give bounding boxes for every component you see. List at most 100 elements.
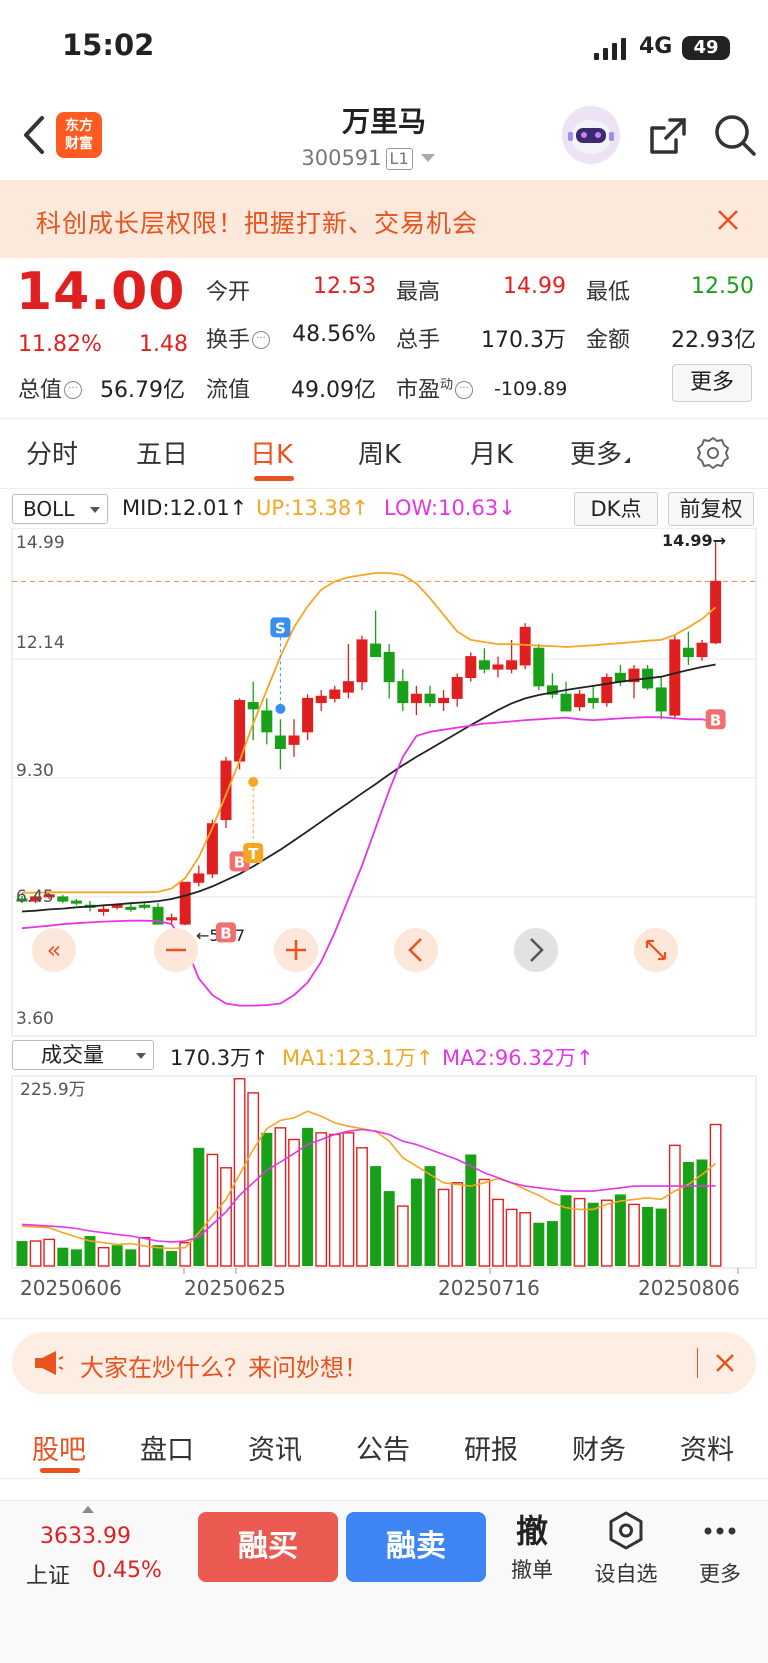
y-tick-label: 14.99 [16,533,65,553]
logo-line-1: 东方 [65,118,93,134]
tab-financials[interactable]: 财务 [572,1428,626,1467]
promo-text: 科创成长层权限！把握打新、交易机会 [36,209,479,238]
boll-mid-value: MID:12.01↑ [122,496,248,520]
volume-chart[interactable]: 225.9万 [0,1070,768,1275]
volume-bar [43,1238,56,1267]
volume-bar [29,1240,42,1267]
index-value[interactable]: 3633.99 [40,1524,131,1549]
tab-intraday[interactable]: 分时 [26,434,78,471]
candle-body [560,693,572,712]
boll-low-value: LOW:10.63↓ [384,496,516,520]
add-watchlist-button[interactable]: 设自选 [586,1510,666,1588]
chevron-down-icon [420,154,435,162]
search-icon[interactable] [712,112,758,158]
share-icon[interactable] [646,114,690,158]
back-icon[interactable] [16,112,52,158]
kline-chart[interactable]: 14.99 12.14 9.30 6.45 3.60 14.99→ ←5.77 … [0,528,768,1038]
logo-line-2: 财富 [65,136,93,152]
candle-body [329,689,341,699]
tab-profile[interactable]: 资料 [680,1428,734,1467]
tab-weekly-k[interactable]: 周K [358,434,401,471]
total-cap-label-text: 总值 [18,378,63,403]
app-logo[interactable]: 东方 财富 [56,112,102,158]
volume-bar [70,1249,82,1266]
more-button[interactable]: 更多 [672,364,752,402]
zoom-in-button[interactable] [274,928,318,972]
volume-indicator-name: 成交量 [41,1043,104,1067]
margin-sell-button[interactable]: 融卖 [346,1512,486,1582]
candle-body [587,697,599,704]
tab-more-periods[interactable]: 更多 [570,434,631,471]
boll-lines [21,572,717,1007]
more-actions-button[interactable]: 更多 [680,1510,760,1588]
volume-bar [125,1249,137,1266]
boll-up-value: UP:13.38↑ [256,496,369,520]
robot-avatar-icon[interactable] [562,106,620,164]
close-icon[interactable] [714,206,742,234]
scroll-right-button[interactable] [514,928,558,972]
divider [0,418,768,419]
x-tick-label: 20250625 [184,1276,286,1300]
info-icon[interactable]: ··· [64,381,83,399]
margin-buy-button[interactable]: 融买 [198,1512,338,1582]
candle-body [519,626,531,666]
total-cap-value: 56.79亿 [100,378,185,403]
volume-bar [288,1138,300,1267]
high-marker-value: 14.99 [662,531,713,550]
current-price: 14.00 [16,262,186,322]
volume-bar [138,1237,151,1267]
tab-five-day[interactable]: 五日 [136,434,188,471]
cancel-order-button[interactable]: 撤 撤单 [492,1510,572,1584]
dk-points-button[interactable]: DK点 [574,492,658,526]
volume-bar [57,1247,69,1266]
tab-guba[interactable]: 股吧 [32,1428,86,1467]
scroll-left-button[interactable] [394,928,438,972]
tab-news[interactable]: 资讯 [248,1428,302,1467]
cancel-icon: 撤 [515,1512,548,1550]
index-name[interactable]: 上证 [26,1558,70,1590]
tab-monthly-k[interactable]: 月K [470,434,513,471]
volume-bar [600,1199,613,1267]
volume-ma1-value: MA1:123.1万↑ [282,1046,434,1070]
candle-body [383,651,395,683]
corner-caret-icon [624,457,631,463]
candle-body [138,904,150,908]
info-icon[interactable]: ··· [252,331,271,349]
amount-label: 金额 [586,328,631,353]
chevron-down-icon [136,1053,146,1059]
divider [0,1318,768,1319]
tab-order-book[interactable]: 盘口 [140,1428,194,1467]
scroll-left-fast-button[interactable]: « [32,928,76,972]
candle-body [206,823,218,875]
close-icon[interactable] [714,1352,736,1374]
stock-name: 万里马 [341,105,426,138]
info-icon[interactable]: ··· [455,381,474,399]
candle-body [438,697,450,704]
forward-adjust-button[interactable]: 前复权 [668,492,754,526]
network-type: 4G [639,34,673,59]
caret-up-icon[interactable] [82,1506,94,1513]
indicator-select[interactable]: BOLL [12,494,108,524]
active-tab-indicator [254,476,294,481]
candle-body [356,639,368,683]
tab-announcements[interactable]: 公告 [356,1428,410,1467]
index-change-percent[interactable]: 0.45% [92,1558,162,1583]
fullscreen-button[interactable] [634,928,678,972]
volume-indicator-select[interactable]: 成交量 [12,1040,154,1070]
volume-bar [396,1205,409,1267]
candle-body [397,681,409,704]
volume-bar [166,1251,178,1266]
volume-bar [505,1208,518,1267]
volume-bar [587,1202,599,1266]
candle-body [696,642,708,658]
gear-icon[interactable] [696,436,730,470]
tab-research[interactable]: 研报 [464,1428,518,1467]
zoom-out-button[interactable] [154,928,198,972]
volume-bar [315,1132,328,1267]
volume-bar [342,1132,355,1267]
indicator-name: BOLL [23,497,75,521]
open-value: 12.53 [313,274,376,299]
tab-daily-k[interactable]: 日K [250,434,293,471]
candle-body [533,647,545,687]
stock-code-selector[interactable]: 300591 L1 [268,146,468,170]
